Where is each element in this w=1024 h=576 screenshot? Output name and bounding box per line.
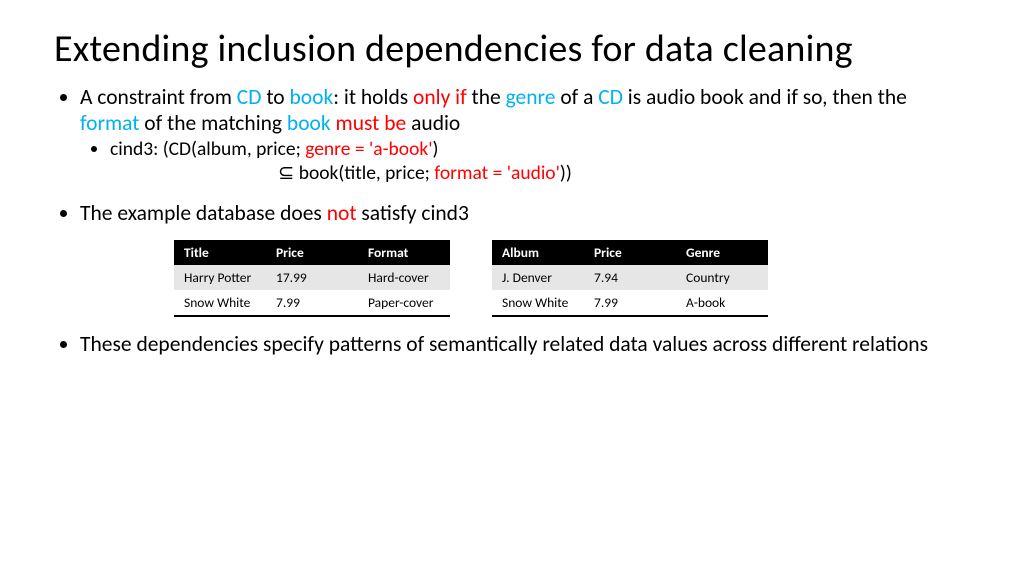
table-row: Snow White 7.99 Paper-cover [174,290,450,316]
txt: ) [433,137,439,161]
txt: )) [560,161,572,185]
cell: A-book [676,290,768,316]
table-row: Snow White 7.99 A-book [492,290,768,316]
txt: of the matching [139,110,287,136]
table-row: J. Denver 7.94 Country [492,265,768,290]
table-row: Harry Potter 17.99 Hard-cover [174,265,450,290]
table-header-row: Album Price Genre [492,240,768,265]
col-format: Format [358,240,450,265]
bullet-list-2: These dependencies specify patterns of s… [54,331,970,357]
txt: to [261,84,289,110]
txt: cind3: (CD(album, price; [110,137,305,161]
bullet-patterns: These dependencies specify patterns of s… [80,331,970,357]
txt: A constraint from [80,84,237,110]
txt: ⊆ book(title, price; [278,161,434,185]
txt: the [467,84,506,110]
kw-format: format [80,110,139,136]
col-price: Price [266,240,358,265]
cell: Snow White [174,290,266,316]
table-header-row: Title Price Format [174,240,450,265]
table-book: Title Price Format Harry Potter 17.99 Ha… [174,240,450,317]
cell: Hard-cover [358,265,450,290]
txt: of a [555,84,598,110]
txt: satisfy cind3 [357,200,469,226]
bullet-constraint: A constraint from CD to book: it holds o… [80,84,970,186]
cell: 7.99 [266,290,358,316]
cind3-genre: genre = 'a-book' [305,137,432,161]
col-genre: Genre [676,240,768,265]
col-album: Album [492,240,584,265]
kw-not: not [327,200,357,226]
kw-cd2: CD [598,84,623,110]
cind3-line2: ⊆ book(title, price; format = 'audio')) [278,162,970,186]
txt: : it holds [333,84,413,110]
slide-title: Extending inclusion dependencies for dat… [54,28,970,72]
col-price: Price [584,240,676,265]
txt: The example database does [80,200,327,226]
kw-cd: CD [237,84,262,110]
cell: J. Denver [492,265,584,290]
sub-list: cind3: (CD(album, price; genre = 'a-book… [80,138,970,186]
kw-genre: genre [506,84,556,110]
bullet-not-satisfy: The example database does not satisfy ci… [80,200,970,226]
tables-row: Title Price Format Harry Potter 17.99 Ha… [174,240,970,317]
cell: Country [676,265,768,290]
cell: Snow White [492,290,584,316]
txt: is audio book and if so, then the [623,84,907,110]
cell: Paper-cover [358,290,450,316]
cind3-line1: cind3: (CD(album, price; genre = 'a-book… [110,138,970,186]
kw-book: book [290,84,334,110]
cell: 7.94 [584,265,676,290]
txt: audio [406,110,460,136]
cell: 17.99 [266,265,358,290]
bullet-list: A constraint from CD to book: it holds o… [54,84,970,226]
cell: Harry Potter [174,265,266,290]
kw-onlyif: only if [413,84,467,110]
slide: Extending inclusion dependencies for dat… [0,0,1024,576]
kw-book2: book [287,110,331,136]
cell: 7.99 [584,290,676,316]
cind3-format: format = 'audio' [434,161,560,185]
table-cd: Album Price Genre J. Denver 7.94 Country… [492,240,768,317]
kw-mustbe: must be [336,110,407,136]
col-title: Title [174,240,266,265]
